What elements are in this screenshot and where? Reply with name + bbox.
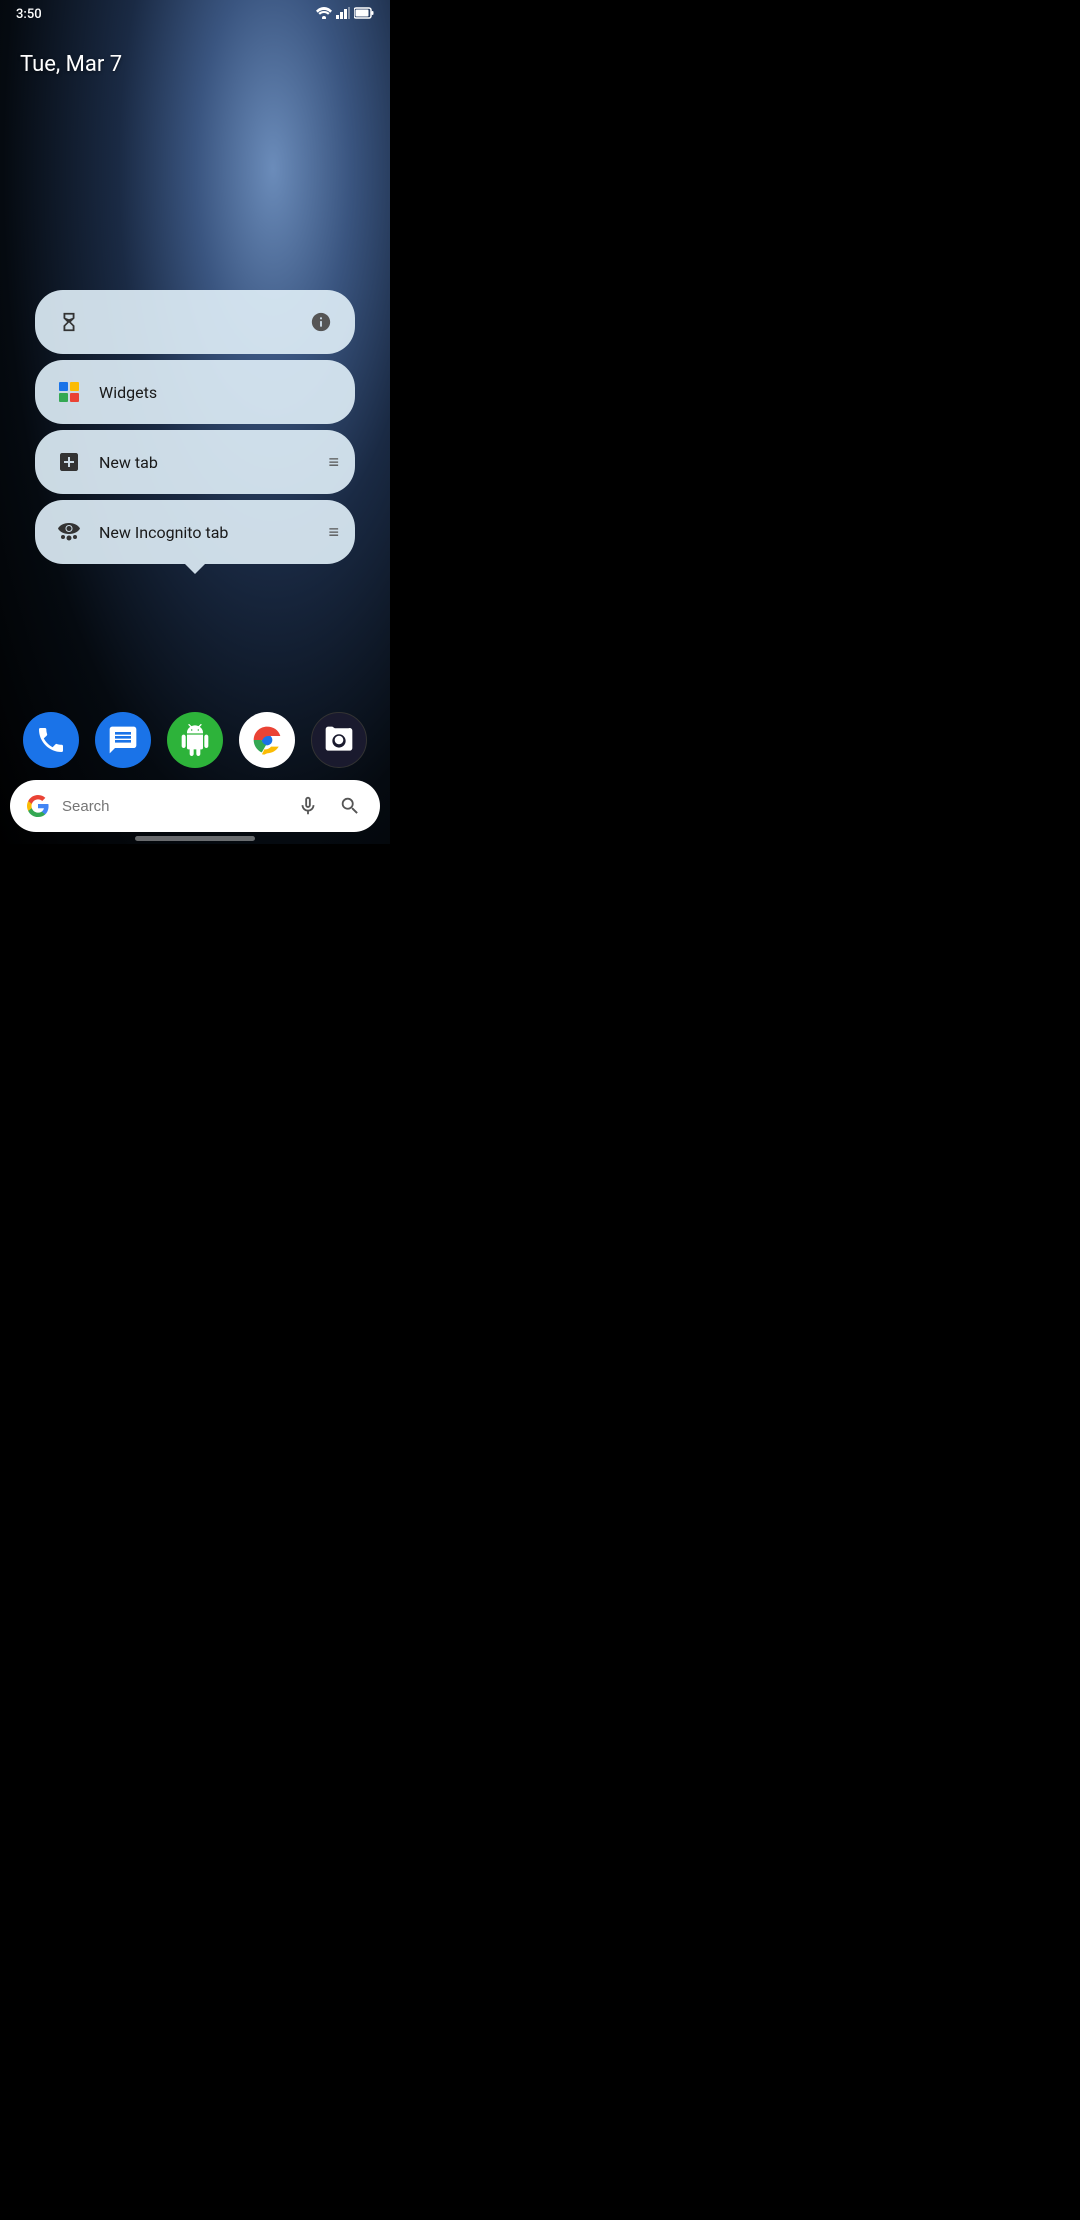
dock-messages[interactable] xyxy=(95,712,151,768)
drag-handle-new-tab: ≡ xyxy=(328,452,339,473)
search-input[interactable] xyxy=(62,780,282,832)
battery-icon xyxy=(354,7,374,22)
date-display: Tue, Mar 7 xyxy=(20,52,122,77)
info-icon[interactable] xyxy=(303,304,339,340)
status-time: 3:50 xyxy=(16,7,42,22)
dock-chrome[interactable] xyxy=(239,712,295,768)
menu-item-incognito[interactable]: New Incognito tab ≡ xyxy=(35,500,355,564)
search-bar[interactable] xyxy=(10,780,380,832)
widgets-label: Widgets xyxy=(99,383,339,402)
new-tab-label: New tab xyxy=(99,453,316,472)
incognito-label: New Incognito tab xyxy=(99,523,316,542)
dock-android[interactable] xyxy=(167,712,223,768)
status-icons xyxy=(316,7,374,22)
nav-pill xyxy=(135,836,255,841)
plus-icon xyxy=(51,444,87,480)
context-menu: Widgets New tab ≡ New Incognito tab ≡ xyxy=(35,290,355,564)
menu-item-new-tab[interactable]: New tab ≡ xyxy=(35,430,355,494)
nav-bar xyxy=(0,832,390,844)
widgets-icon xyxy=(51,374,87,410)
status-bar: 3:50 xyxy=(0,0,390,28)
dock xyxy=(0,712,390,768)
signal-icon xyxy=(336,7,350,22)
wifi-icon xyxy=(316,7,332,22)
dock-phone[interactable] xyxy=(23,712,79,768)
menu-item-widgets[interactable]: Widgets xyxy=(35,360,355,424)
incognito-icon xyxy=(51,514,87,550)
drag-handle-incognito: ≡ xyxy=(328,522,339,543)
mic-button[interactable] xyxy=(292,790,324,822)
lens-button[interactable] xyxy=(334,790,366,822)
dock-camera[interactable] xyxy=(311,712,367,768)
menu-item-app-info[interactable] xyxy=(35,290,355,354)
google-logo xyxy=(24,792,52,820)
hourglass-icon xyxy=(51,304,87,340)
